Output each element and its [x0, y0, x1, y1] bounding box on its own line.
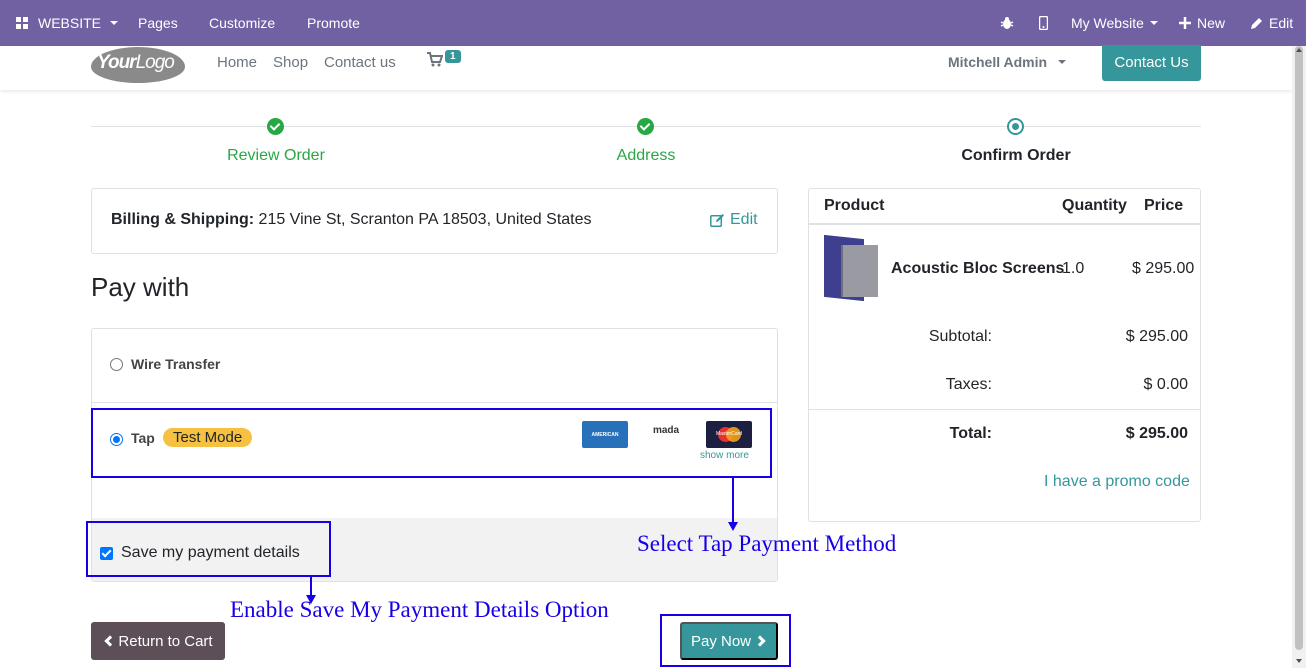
- tap-highlight-box: [91, 408, 772, 478]
- nav-contact-us[interactable]: Contact us: [324, 54, 396, 71]
- scrollbar-thumb[interactable]: [1295, 46, 1303, 650]
- cart-link[interactable]: [427, 52, 444, 72]
- step-address[interactable]: Address: [546, 147, 746, 165]
- col-price: Price: [1144, 197, 1184, 214]
- website-switcher[interactable]: My Website: [1071, 0, 1158, 46]
- product-price: $ 295.00: [1132, 260, 1195, 277]
- customize-menu[interactable]: Customize: [209, 0, 275, 46]
- billing-address: Billing & Shipping: 215 Vine St, Scranto…: [111, 211, 592, 229]
- debug-button[interactable]: [1000, 0, 1014, 46]
- edit-square-icon: [710, 214, 724, 227]
- pay-now-highlight-box: [660, 614, 791, 667]
- scroll-up-arrow-icon[interactable]: [1296, 48, 1302, 52]
- bug-icon: [1000, 17, 1014, 29]
- product-image: [824, 234, 880, 302]
- nav-shop[interactable]: Shop: [273, 54, 308, 71]
- annotation-arrow-line: [310, 577, 312, 595]
- promote-label: Promote: [307, 15, 360, 31]
- product-quantity: 1.0: [1062, 260, 1085, 277]
- billing-label: Billing & Shipping:: [111, 211, 255, 228]
- admin-bar: WEBSITE Pages Customize Promote My Websi…: [0, 0, 1306, 46]
- tap-annotation-text: Select Tap Payment Method: [637, 531, 897, 556]
- return-to-cart-button[interactable]: Return to Cart: [91, 622, 225, 660]
- return-to-cart-label: Return to Cart: [118, 632, 213, 650]
- website-menu-label: WEBSITE: [38, 15, 102, 31]
- step-done-check-icon: [637, 118, 654, 135]
- apps-grid-icon: [16, 17, 28, 29]
- user-menu[interactable]: Mitchell Admin: [948, 54, 1067, 70]
- promo-code-link[interactable]: I have a promo code: [1044, 473, 1190, 491]
- subtotal-value: $ 295.00: [1125, 328, 1188, 345]
- col-product: Product: [824, 197, 885, 214]
- shopping-cart-icon: [427, 52, 444, 67]
- step-current-dot-icon: [1007, 118, 1024, 135]
- col-quantity: Quantity: [1062, 197, 1127, 214]
- divider: [809, 223, 1200, 225]
- billing-address-value: 215 Vine St, Scranton PA 18503, United S…: [254, 211, 592, 228]
- taxes-value: $ 0.00: [1143, 376, 1188, 393]
- step-confirm-order: Confirm Order: [961, 147, 1071, 164]
- mobile-icon: [1039, 16, 1048, 30]
- contact-us-button[interactable]: Contact Us: [1102, 45, 1201, 81]
- save-annotation-text: Enable Save My Payment Details Option: [230, 597, 609, 622]
- caret-down-icon: [110, 21, 119, 25]
- subtotal-label: Subtotal:: [928, 328, 992, 345]
- edit-page-button[interactable]: Edit: [1250, 0, 1293, 46]
- total-value: $ 295.00: [1125, 425, 1188, 442]
- product-name[interactable]: Acoustic Bloc Screens: [891, 260, 1064, 278]
- taxes-label: Taxes:: [945, 376, 992, 393]
- logo-thin-text: Logo: [135, 52, 175, 73]
- edit-billing-link[interactable]: Edit: [710, 211, 758, 229]
- total-label: Total:: [949, 425, 992, 442]
- promote-menu[interactable]: Promote: [307, 0, 360, 46]
- step-review-order[interactable]: Review Order: [176, 147, 376, 165]
- nav-home[interactable]: Home: [217, 54, 257, 71]
- wire-transfer-label[interactable]: Wire Transfer: [131, 356, 220, 372]
- caret-down-icon: [1058, 60, 1067, 64]
- arrow-down-icon: [728, 522, 738, 531]
- wire-transfer-radio[interactable]: [110, 358, 123, 371]
- pages-menu[interactable]: Pages: [138, 0, 178, 46]
- edit-label: Edit: [1269, 15, 1294, 31]
- caret-down-icon: [1149, 21, 1158, 25]
- logo-bold-text: Your: [97, 52, 137, 73]
- pay-with-heading: Pay with: [91, 272, 190, 302]
- site-navbar: [0, 46, 1292, 90]
- new-button[interactable]: New: [1179, 0, 1225, 46]
- save-details-highlight-box: [86, 521, 331, 577]
- pencil-icon: [1251, 17, 1262, 29]
- customize-label: Customize: [209, 15, 276, 31]
- scroll-down-arrow-icon[interactable]: [1296, 659, 1302, 663]
- edit-billing-label: Edit: [730, 211, 758, 228]
- user-name: Mitchell Admin: [948, 54, 1048, 70]
- cart-count-badge: 1: [445, 50, 461, 63]
- plus-icon: [1179, 17, 1191, 29]
- chevron-left-icon: [104, 635, 117, 647]
- pages-label: Pages: [138, 15, 178, 31]
- new-label: New: [1197, 15, 1226, 31]
- divider: [809, 409, 1200, 410]
- divider: [92, 402, 777, 403]
- annotation-arrow-line: [732, 478, 734, 522]
- step-done-check-icon: [267, 118, 284, 135]
- site-logo[interactable]: YourLogo: [91, 47, 185, 83]
- site-name-label: My Website: [1071, 15, 1144, 31]
- mobile-preview-button[interactable]: [1039, 0, 1048, 46]
- website-menu[interactable]: WEBSITE: [16, 0, 119, 46]
